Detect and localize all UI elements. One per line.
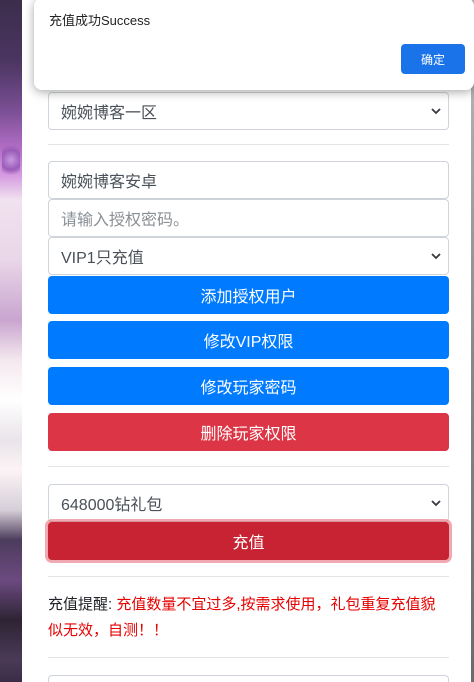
- recharge-button[interactable]: 充值: [48, 522, 449, 560]
- next-field-partial[interactable]: [48, 675, 449, 682]
- vip-level-select-value: VIP1只充值: [61, 250, 144, 267]
- chevron-down-icon: [431, 253, 441, 260]
- add-user-button[interactable]: 添加授权用户: [48, 276, 449, 314]
- divider: [48, 657, 449, 658]
- modify-vip-button[interactable]: 修改VIP权限: [48, 321, 449, 359]
- chevron-down-icon: [431, 108, 441, 115]
- alert-dialog: 充值成功Success 确定: [34, 0, 474, 90]
- reminder-prefix: 充值提醒:: [48, 596, 117, 613]
- vip-level-select[interactable]: VIP1只充值: [48, 237, 449, 275]
- username-input[interactable]: 婉婉博客安卓: [48, 161, 449, 199]
- package-select-value: 648000钻礼包: [61, 497, 163, 514]
- password-input[interactable]: 请输入授权密码。: [48, 199, 449, 237]
- password-input-placeholder: 请输入授权密码。: [61, 212, 190, 229]
- chevron-down-icon: [431, 500, 441, 507]
- dialog-message: 充值成功Success: [49, 13, 151, 28]
- server-select[interactable]: 婉婉博客一区: [48, 92, 449, 130]
- delete-permission-button[interactable]: 删除玩家权限: [48, 413, 449, 451]
- modify-password-button[interactable]: 修改玩家密码: [48, 367, 449, 405]
- dialog-ok-button[interactable]: 确定: [401, 44, 465, 74]
- username-input-value: 婉婉博客安卓: [61, 174, 158, 191]
- server-select-value: 婉婉博客一区: [61, 105, 158, 122]
- divider: [48, 576, 449, 577]
- divider: [48, 144, 449, 145]
- recharge-reminder: 充值提醒: 充值数量不宜过多,按需求使用，礼包重复充值貌似无效，自测！！: [48, 592, 450, 644]
- page: 充值成功Success 确定 婉婉博客一区 婉婉博客安卓 请输入授权密码。 VI…: [0, 0, 474, 682]
- divider: [48, 466, 449, 467]
- background-illustration: [0, 0, 22, 682]
- package-select[interactable]: 648000钻礼包: [48, 484, 449, 522]
